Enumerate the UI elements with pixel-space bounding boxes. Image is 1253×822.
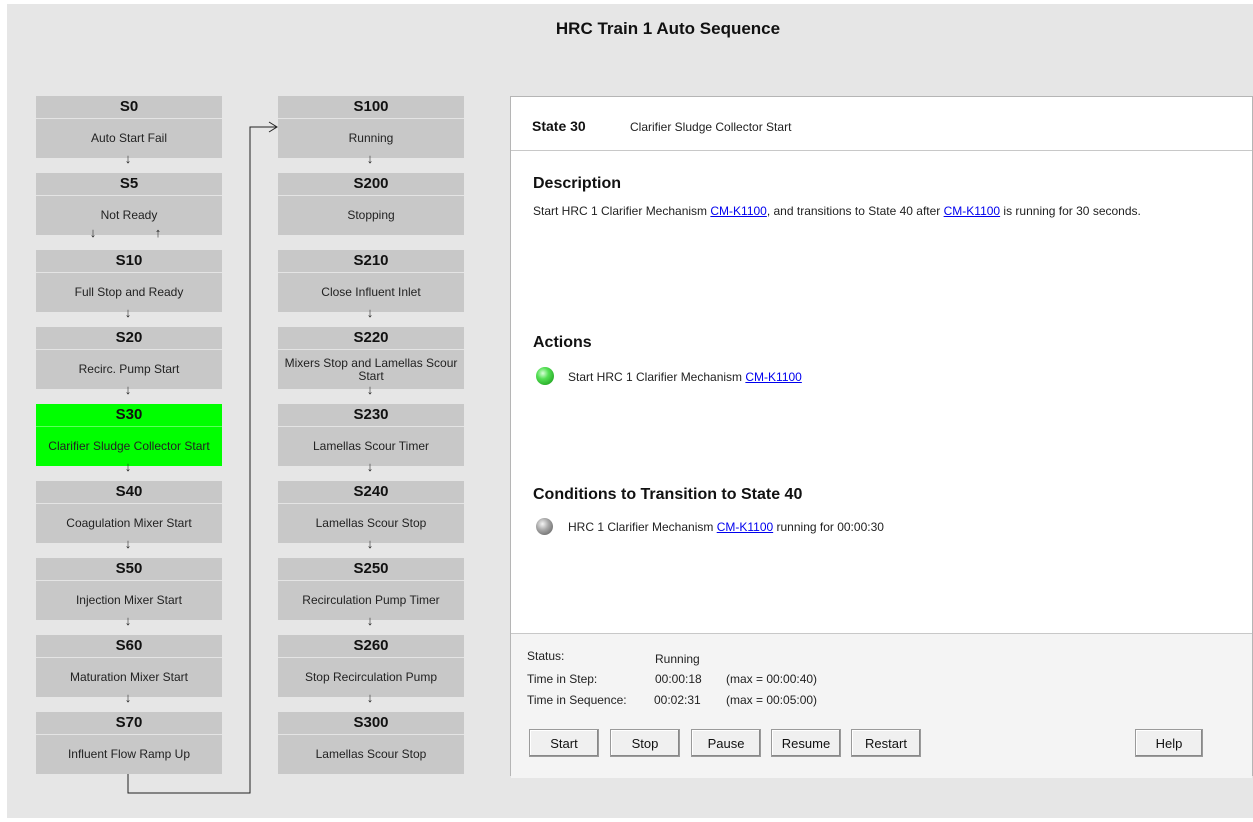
help-button[interactable]: Help	[1135, 729, 1203, 757]
description-text-part: , and transitions to State 40 after	[766, 204, 944, 218]
state-code: S70	[36, 712, 222, 735]
state-box-s10[interactable]: S10 Full Stop and Ready	[36, 250, 222, 312]
state-name: Stopping	[347, 208, 395, 222]
state-code: S60	[36, 635, 222, 658]
state-code: S210	[278, 250, 464, 273]
state-code: S220	[278, 327, 464, 350]
restart-button[interactable]: Restart	[851, 729, 921, 757]
arrow-down-icon: ↓	[124, 151, 132, 166]
grey-lamp-icon	[536, 518, 553, 535]
state-detail-panel: State 30 Clarifier Sludge Collector Star…	[510, 96, 1253, 778]
state-name: Not Ready	[100, 208, 158, 222]
description-heading: Description	[533, 175, 622, 192]
resume-button[interactable]: Resume	[771, 729, 841, 757]
description-text-part: is running for 30 seconds.	[1000, 204, 1141, 218]
state-box-s220[interactable]: S220 Mixers Stop and Lamellas Scour Start	[278, 327, 464, 389]
state-box-s50[interactable]: S50 Injection Mixer Start	[36, 558, 222, 620]
condition-item: HRC 1 Clarifier Mechanism CM-K1100 runni…	[568, 521, 884, 534]
action-item-text: Start HRC 1 Clarifier Mechanism	[568, 370, 746, 384]
state-box-s5[interactable]: S5 Not Ready	[36, 173, 222, 235]
state-code: S5	[36, 173, 222, 196]
time-in-step-value: 00:00:18	[655, 672, 702, 686]
arrow-down-icon: ↓	[366, 151, 374, 166]
arrow-down-icon: ↓	[124, 305, 132, 320]
state-code: S250	[278, 558, 464, 581]
state-name: Lamellas Scour Stop	[315, 747, 427, 761]
state-box-s210[interactable]: S210 Close Influent Inlet	[278, 250, 464, 312]
state-box-s40[interactable]: S40 Coagulation Mixer Start	[36, 481, 222, 543]
state-box-s230[interactable]: S230 Lamellas Scour Timer	[278, 404, 464, 466]
state-box-s20[interactable]: S20 Recirc. Pump Start	[36, 327, 222, 389]
state-code: S10	[36, 250, 222, 273]
state-code: S50	[36, 558, 222, 581]
conditions-heading: Conditions to Transition to State 40	[533, 486, 803, 503]
condition-item-suffix: running for 00:00:30	[773, 520, 884, 534]
state-box-s240[interactable]: S240 Lamellas Scour Stop	[278, 481, 464, 543]
arrow-down-icon: ↓	[124, 382, 132, 397]
time-in-step-label: Time in Step:	[527, 672, 598, 686]
state-box-s70[interactable]: S70 Influent Flow Ramp Up	[36, 712, 222, 774]
state-code: S300	[278, 712, 464, 735]
current-state-name: Clarifier Sludge Collector Start	[630, 120, 792, 134]
panel-header: State 30 Clarifier Sludge Collector Star…	[511, 97, 1252, 151]
actions-heading: Actions	[533, 334, 592, 351]
arrow-up-icon: ↑	[154, 225, 162, 240]
green-lamp-icon	[536, 367, 554, 385]
time-in-step-max: (max = 00:00:40)	[726, 672, 818, 686]
state-code: S20	[36, 327, 222, 350]
arrow-down-icon: ↓	[89, 225, 97, 240]
arrow-down-icon: ↓	[366, 382, 374, 397]
cm-k1100-link[interactable]: CM-K1100	[710, 204, 766, 218]
state-code: S40	[36, 481, 222, 504]
current-state-label: State 30	[532, 118, 586, 134]
state-name: Influent Flow Ramp Up	[67, 747, 191, 761]
action-item: Start HRC 1 Clarifier Mechanism CM-K1100	[568, 371, 802, 384]
state-box-s100[interactable]: S100 Running	[278, 96, 464, 158]
state-box-s250[interactable]: S250 Recirculation Pump Timer	[278, 558, 464, 620]
start-button[interactable]: Start	[529, 729, 599, 757]
arrow-down-icon: ↓	[366, 305, 374, 320]
state-box-s200[interactable]: S200 Stopping	[278, 173, 464, 235]
description-text: Start HRC 1 Clarifier Mechanism CM-K1100…	[533, 205, 1213, 218]
arrow-down-icon: ↓	[124, 536, 132, 551]
state-box-s0[interactable]: S0 Auto Start Fail	[36, 96, 222, 158]
arrow-down-icon: ↓	[366, 690, 374, 705]
description-text-part: Start HRC 1 Clarifier Mechanism	[533, 204, 711, 218]
status-value: Running	[655, 652, 700, 666]
time-in-sequence-max: (max = 00:05:00)	[726, 693, 818, 707]
state-code: S0	[36, 96, 222, 119]
arrow-down-icon: ↓	[366, 459, 374, 474]
state-box-s300[interactable]: S300 Lamellas Scour Stop	[278, 712, 464, 774]
pause-button[interactable]: Pause	[691, 729, 761, 757]
state-code: S230	[278, 404, 464, 427]
cm-k1100-link[interactable]: CM-K1100	[745, 370, 801, 384]
state-code: S30	[36, 404, 222, 427]
state-code: S260	[278, 635, 464, 658]
arrow-down-icon: ↓	[124, 613, 132, 628]
state-code: S240	[278, 481, 464, 504]
state-code: S100	[278, 96, 464, 119]
state-code: S200	[278, 173, 464, 196]
cm-k1100-link[interactable]: CM-K1100	[944, 204, 1000, 218]
arrow-down-icon: ↓	[124, 690, 132, 705]
arrow-down-icon: ↓	[366, 536, 374, 551]
status-area: Status: Running Time in Step: 00:00:18 (…	[511, 633, 1252, 778]
state-box-s260[interactable]: S260 Stop Recirculation Pump	[278, 635, 464, 697]
condition-item-text: HRC 1 Clarifier Mechanism	[568, 520, 717, 534]
time-in-sequence-label: Time in Sequence:	[527, 693, 627, 707]
stop-button[interactable]: Stop	[610, 729, 680, 757]
status-label: Status:	[527, 649, 565, 663]
cm-k1100-link[interactable]: CM-K1100	[717, 520, 773, 534]
time-in-sequence-value: 00:02:31	[654, 693, 701, 707]
state-box-s60[interactable]: S60 Maturation Mixer Start	[36, 635, 222, 697]
state-box-s30[interactable]: S30 Clarifier Sludge Collector Start	[36, 404, 222, 466]
arrow-down-icon: ↓	[366, 613, 374, 628]
arrow-down-icon: ↓	[124, 459, 132, 474]
